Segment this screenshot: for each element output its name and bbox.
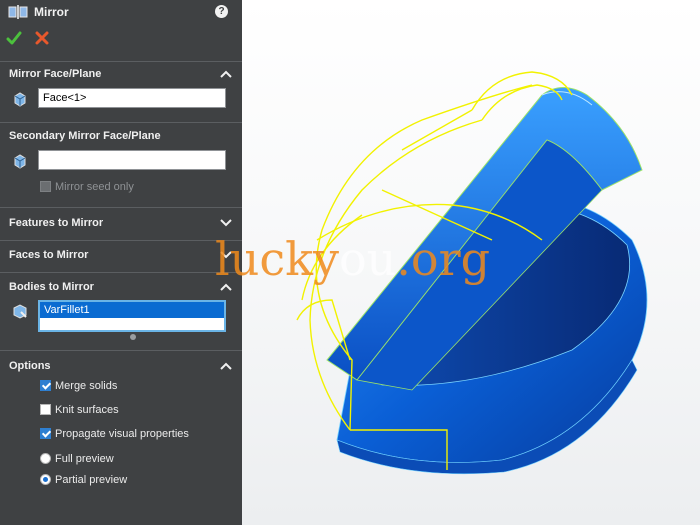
help-icon[interactable]: ? (215, 5, 228, 18)
radio-label: Full preview (55, 453, 114, 465)
radio-button[interactable] (40, 453, 51, 464)
section-title-faces-to-mirror[interactable]: Faces to Mirror (9, 249, 88, 261)
section-title-bodies-to-mirror: Bodies to Mirror (9, 281, 94, 293)
face-selection-icon (14, 92, 26, 107)
merge-solids-checkbox[interactable]: Merge solids (40, 380, 117, 392)
section-title-features-to-mirror[interactable]: Features to Mirror (9, 217, 103, 229)
chevron-down-icon[interactable] (220, 251, 232, 259)
body-selection-icon (13, 304, 27, 319)
propagate-visual-properties-checkbox[interactable]: Propagate visual properties (40, 428, 189, 440)
checkbox-box[interactable] (40, 404, 51, 415)
checkbox-box[interactable] (40, 380, 51, 391)
section-title-mirror-face-plane: Mirror Face/Plane (9, 68, 102, 80)
bodies-to-mirror-list[interactable]: VarFillet1 (38, 300, 226, 332)
section-divider (0, 350, 242, 351)
face-selection-icon (14, 154, 26, 169)
mirror-face-plane-field[interactable]: Face<1> (38, 88, 226, 108)
section-title-secondary-mirror: Secondary Mirror Face/Plane (9, 130, 161, 142)
section-title-options: Options (9, 360, 51, 372)
property-manager-panel: Mirror ? Mirror Face/Plane Face<1> Secon… (0, 0, 242, 525)
section-divider (0, 240, 242, 241)
partial-preview-radio[interactable]: Partial preview (40, 474, 127, 486)
section-divider (0, 122, 242, 123)
cancel-x-icon[interactable] (35, 31, 49, 45)
checkbox-box[interactable] (40, 428, 51, 439)
chevron-up-icon[interactable] (220, 70, 232, 78)
list-resize-handle[interactable] (130, 334, 136, 340)
mirror-seed-only-checkbox[interactable]: Mirror seed only (40, 181, 134, 193)
checkbox-box[interactable] (40, 181, 51, 192)
chevron-up-icon[interactable] (220, 283, 232, 291)
section-divider (0, 207, 242, 208)
section-divider (0, 61, 242, 62)
radio-label: Partial preview (55, 474, 128, 486)
ok-check-icon[interactable] (6, 30, 22, 46)
panel-header: Mirror ? (0, 0, 242, 24)
radio-button[interactable] (40, 474, 51, 485)
checkbox-label: Propagate visual properties (55, 428, 189, 440)
secondary-mirror-face-field[interactable] (38, 150, 226, 170)
section-divider (0, 272, 242, 273)
graphics-viewport[interactable] (242, 0, 700, 525)
checkbox-label: Mirror seed only (55, 181, 134, 193)
checkbox-label: Knit surfaces (55, 404, 119, 416)
checkbox-label: Merge solids (55, 380, 118, 392)
full-preview-radio[interactable]: Full preview (40, 453, 114, 465)
panel-title: Mirror (34, 5, 69, 19)
model-view (296, 71, 648, 475)
knit-surfaces-checkbox[interactable]: Knit surfaces (40, 404, 119, 416)
mirror-feature-icon (8, 5, 28, 19)
mirrored-body[interactable] (326, 87, 648, 475)
selected-body-item[interactable]: VarFillet1 (40, 302, 224, 318)
chevron-down-icon[interactable] (220, 219, 232, 227)
chevron-up-icon[interactable] (220, 362, 232, 370)
